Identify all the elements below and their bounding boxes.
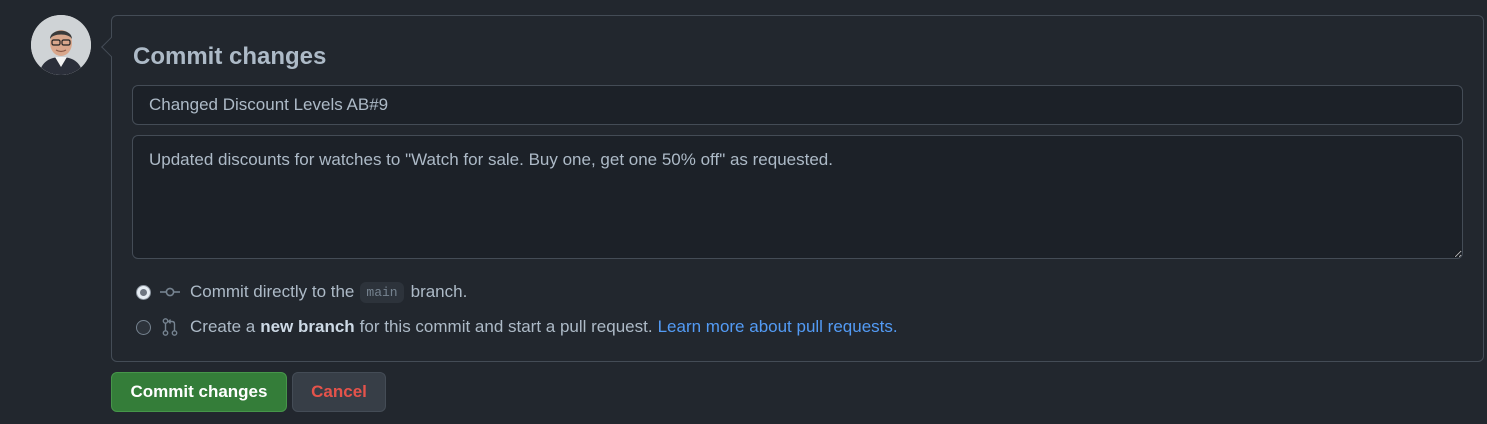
branch-name-chip: main — [360, 281, 404, 303]
cancel-button[interactable]: Cancel — [292, 372, 386, 412]
commit-direct-text-after: branch. — [410, 282, 468, 301]
git-commit-icon — [159, 283, 181, 301]
commit-direct-option[interactable]: Commit directly to the main branch. — [136, 280, 467, 304]
commit-form-panel: Commit changes Updated discounts for wat… — [101, 15, 1484, 362]
commit-direct-text: Commit directly to the — [190, 282, 355, 301]
commit-direct-radio[interactable] — [136, 284, 151, 300]
new-branch-text-after: for this commit and start a pull request… — [359, 317, 653, 336]
new-branch-text: Create a — [190, 317, 256, 336]
new-branch-bold-text: new branch — [260, 317, 355, 336]
commit-summary-input[interactable] — [132, 85, 1463, 125]
git-pull-request-icon — [159, 318, 181, 336]
new-branch-option[interactable]: Create a new branch for this commit and … — [136, 315, 898, 339]
new-branch-radio[interactable] — [136, 319, 151, 335]
panel-pointer — [101, 37, 121, 57]
commit-form-title: Commit changes — [133, 43, 327, 70]
user-avatar[interactable] — [31, 15, 91, 75]
commit-description-textarea[interactable]: Updated discounts for watches to "Watch … — [132, 135, 1463, 259]
learn-more-pull-requests-link[interactable]: Learn more about pull requests. — [658, 317, 898, 337]
commit-changes-button[interactable]: Commit changes — [111, 372, 287, 412]
